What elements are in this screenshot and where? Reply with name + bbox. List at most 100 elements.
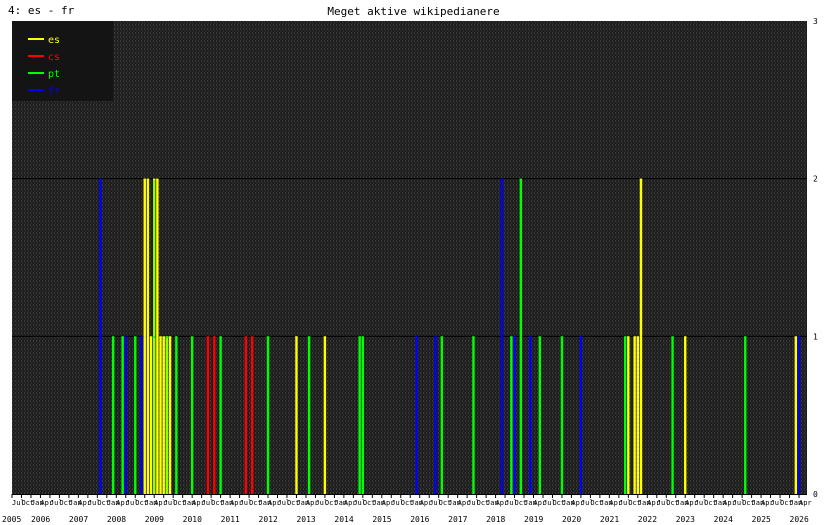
activity-chart: 0123JulOctJanAprJulOctJanAprJulOctJanApr…	[2, 17, 818, 524]
bar-es	[168, 336, 172, 494]
bar-cs	[213, 336, 216, 494]
bar-pt	[472, 336, 475, 494]
bar-fr	[513, 336, 516, 494]
bar-cap-cs	[213, 336, 216, 338]
bar-cap-es	[162, 336, 165, 338]
year-label: 2005	[2, 515, 21, 524]
bar-pt	[121, 336, 124, 494]
bar-es	[636, 336, 640, 494]
year-label: 2014	[334, 515, 353, 524]
bar-es	[684, 336, 687, 494]
year-label: 2017	[448, 515, 467, 524]
bar-cs	[251, 336, 254, 494]
year-label: 2010	[183, 515, 202, 524]
year-label: 2015	[372, 515, 391, 524]
bar-cap-fr	[797, 336, 801, 338]
bar-cap-cs	[244, 336, 248, 338]
year-label: 2012	[259, 515, 278, 524]
bar-fr	[434, 336, 437, 494]
bar-cap-fr	[415, 336, 418, 338]
bar-es	[794, 336, 798, 494]
bar-fr	[140, 336, 143, 494]
bar-pt	[134, 336, 137, 494]
year-label: 2021	[600, 515, 619, 524]
bar-cap-pt	[440, 336, 444, 338]
bar-cap-es	[323, 336, 327, 338]
bar-cap-cs	[251, 336, 254, 338]
legend-label-fr: fr	[48, 86, 60, 97]
bar-cap-es	[159, 336, 162, 338]
bar-pt	[111, 336, 115, 494]
bar-cap-pt	[358, 336, 361, 338]
bar-cap-es	[633, 336, 636, 338]
bar-cap-es	[149, 336, 153, 338]
bar-pt	[538, 336, 542, 494]
bar-cap-pt	[190, 336, 194, 338]
year-label: 2024	[714, 515, 733, 524]
bar-pt	[560, 336, 564, 494]
y-tick-label: 2	[813, 175, 818, 184]
bar-fr	[500, 178, 504, 494]
bar-cap-pt	[121, 336, 124, 338]
bar-es	[627, 336, 630, 494]
y-tick-label: 3	[813, 17, 818, 26]
bar-cap-pt	[472, 336, 475, 338]
year-label: 2026	[790, 515, 809, 524]
bar-pt	[165, 336, 169, 494]
y-tick-label: 0	[813, 490, 818, 499]
bar-cs	[206, 336, 210, 494]
bar-cap-pt	[744, 336, 747, 338]
bar-cap-es	[146, 178, 150, 181]
bar-pt	[175, 336, 178, 494]
bar-cap-fr	[124, 336, 127, 338]
bar-pt	[510, 336, 513, 494]
legend: es cs pt fr	[12, 21, 113, 101]
bar-es	[146, 178, 150, 494]
bar-cap-fr	[579, 336, 583, 338]
bar-pt	[623, 336, 627, 494]
legend-label-pt: pt	[48, 69, 60, 80]
bar-cap-pt	[219, 336, 222, 338]
year-label: 2009	[145, 515, 164, 524]
bar-pt	[190, 336, 194, 494]
bar-cap-es	[156, 178, 159, 181]
bar-cap-es	[153, 178, 156, 181]
bar-cap-es	[794, 336, 798, 338]
year-label: 2008	[107, 515, 126, 524]
bar-cap-es	[168, 336, 172, 338]
bar-cap-fr	[513, 336, 516, 338]
legend-label-es: es	[48, 35, 60, 46]
year-label: 2023	[676, 515, 695, 524]
bar-es	[156, 178, 159, 494]
year-label: 2018	[486, 515, 505, 524]
bar-fr	[415, 336, 418, 494]
bar-pt	[358, 336, 361, 494]
bar-pt	[219, 336, 222, 494]
bar-cap-pt	[175, 336, 178, 338]
bar-cap-es	[295, 336, 298, 338]
year-label: 2011	[221, 515, 240, 524]
bar-es	[143, 178, 146, 494]
bar-cap-pt	[560, 336, 564, 338]
year-label: 2020	[562, 515, 581, 524]
bar-cap-pt	[111, 336, 115, 338]
legend-box	[12, 21, 113, 101]
bar-cap-pt	[519, 178, 523, 181]
bar-fr	[529, 336, 532, 494]
bar-cap-pt	[510, 336, 513, 338]
bar-cap-fr	[529, 336, 532, 338]
year-label: 2019	[524, 515, 543, 524]
bar-pt	[307, 336, 311, 494]
bar-es	[162, 336, 165, 494]
bar-cap-pt	[153, 336, 156, 338]
bar-fr	[579, 336, 583, 494]
year-label: 2006	[31, 515, 50, 524]
bar-fr	[99, 178, 102, 494]
legend-label-cs: cs	[48, 52, 60, 63]
bar-cap-fr	[500, 178, 504, 181]
bar-cap-pt	[165, 336, 169, 338]
year-label: 2025	[752, 515, 771, 524]
bar-pt	[671, 336, 674, 494]
bar-pt	[519, 178, 523, 494]
bar-pt	[440, 336, 444, 494]
